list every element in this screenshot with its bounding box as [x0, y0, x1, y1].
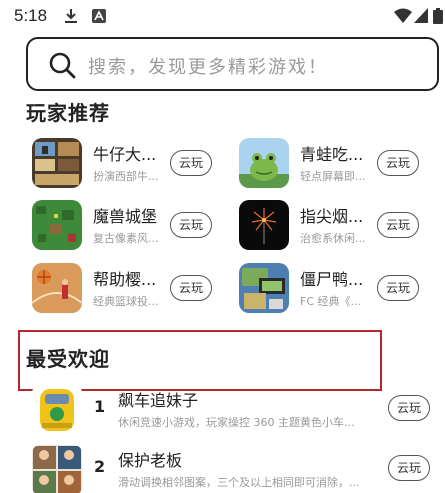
rank-number: 1: [94, 397, 106, 416]
battery-icon: [433, 8, 443, 28]
game-icon-warcraft-castle: [32, 200, 82, 250]
recommend-game-item[interactable]: 僵尸鸭... FC 经典《... 云玩: [239, 263, 439, 319]
game-desc: 治愈系休闲...: [300, 232, 366, 245]
game-name: 保护老板: [118, 451, 183, 470]
cloud-play-button[interactable]: 云玩: [170, 275, 212, 301]
recommend-game-item[interactable]: 帮助樱... 经典篮球投... 云玩: [32, 263, 232, 319]
game-desc: 滑动调换相邻图案，三个及以上相同即可消除，...: [118, 476, 360, 489]
signal-icon: [414, 8, 428, 28]
game-icon-basketball: [32, 263, 82, 313]
game-name: 青蛙吃...: [300, 145, 364, 164]
game-desc: FC 经典《...: [300, 295, 361, 308]
rank-list-item[interactable]: 1 飙车追妹子 休闲竞速小游戏，玩家操控 360 主题黄色小车... 云玩: [0, 385, 445, 439]
wifi-icon: [394, 8, 412, 28]
recommend-section-title: 玩家推荐: [26, 101, 110, 125]
cloud-play-button[interactable]: 云玩: [377, 212, 419, 238]
game-icon-frog: [239, 138, 289, 188]
game-desc: 扮演西部牛...: [93, 170, 159, 183]
game-desc: 轻点屏幕即...: [300, 170, 366, 183]
cloud-play-button[interactable]: 云玩: [170, 150, 212, 176]
game-name: 指尖烟...: [300, 207, 364, 226]
search-icon: [48, 51, 76, 83]
game-name: 僵尸鸭...: [300, 270, 364, 289]
popular-section-title: 最受欢迎: [26, 347, 110, 371]
recommend-game-item[interactable]: 指尖烟... 治愈系休闲... 云玩: [239, 200, 439, 256]
game-icon-zombie-duck: [239, 263, 289, 313]
cloud-play-button[interactable]: 云玩: [377, 275, 419, 301]
game-name: 帮助樱...: [93, 270, 157, 289]
game-icon-protect-boss: [32, 445, 82, 493]
recommend-game-item[interactable]: 牛仔大... 扮演西部牛... 云玩: [32, 138, 232, 194]
game-icon-racing-car: [32, 385, 82, 435]
rank-list-item[interactable]: 2 保护老板 滑动调换相邻图案，三个及以上相同即可消除，... 云玩: [0, 445, 445, 493]
recommend-game-item[interactable]: 魔兽城堡 复古像素风... 云玩: [32, 200, 232, 256]
recommend-game-item[interactable]: 青蛙吃... 轻点屏幕即... 云玩: [239, 138, 439, 194]
search-placeholder: 搜索，发现更多精彩游戏！: [88, 57, 328, 78]
game-desc: 经典篮球投...: [93, 295, 159, 308]
status-bar: 5:18: [0, 0, 445, 32]
game-icon-cowboy: [32, 138, 82, 188]
search-input[interactable]: 搜索，发现更多精彩游戏！: [26, 37, 439, 91]
cloud-play-button[interactable]: 云玩: [388, 455, 430, 481]
rank-number: 2: [94, 457, 106, 476]
cloud-play-button[interactable]: 云玩: [377, 150, 419, 176]
cloud-play-button[interactable]: 云玩: [170, 212, 212, 238]
cloud-play-button[interactable]: 云玩: [388, 395, 430, 421]
game-name: 牛仔大...: [93, 145, 157, 164]
game-name: 飙车追妹子: [118, 391, 199, 410]
app-a-icon: [92, 8, 106, 27]
status-time: 5:18: [14, 6, 48, 25]
game-name: 魔兽城堡: [93, 207, 158, 226]
game-icon-fireworks: [239, 200, 289, 250]
game-desc: 休闲竞速小游戏，玩家操控 360 主题黄色小车...: [118, 416, 355, 429]
download-icon: [64, 8, 78, 28]
game-desc: 复古像素风...: [93, 232, 159, 245]
